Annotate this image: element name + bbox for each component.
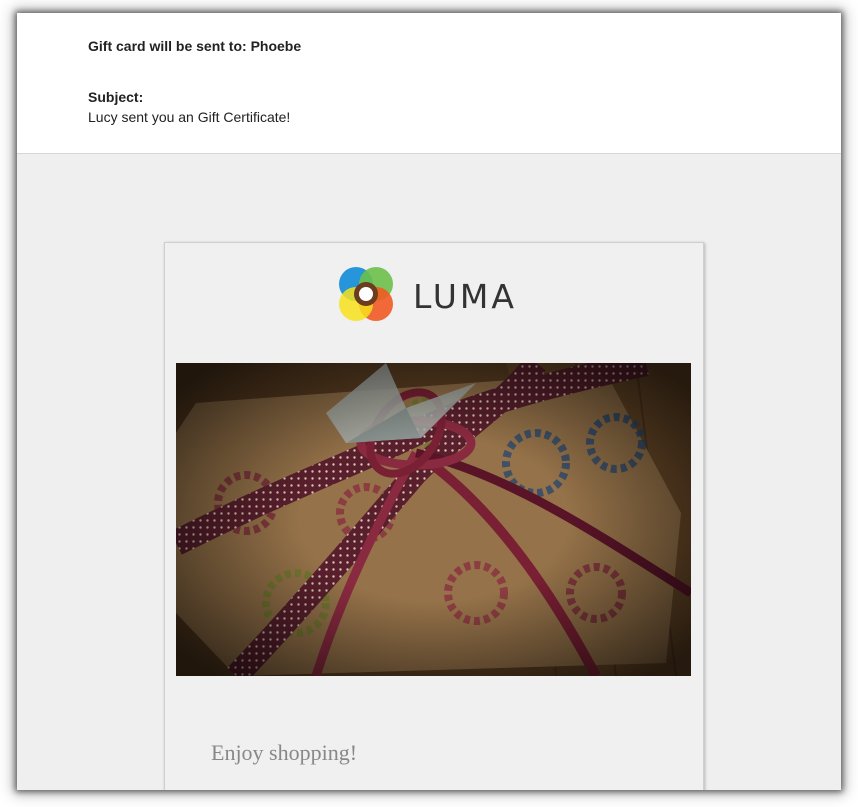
subject-text: Lucy sent you an Gift Certificate! [88,109,291,125]
gift-box-image [176,363,691,676]
gift-card-email: LUMA Enjoy shopping! [164,242,704,790]
greeting-text: Enjoy shopping! [211,740,358,765]
luma-logo-text: LUMA [413,277,517,316]
luma-logo-icon [339,267,393,321]
gift-box-photo-icon [176,363,691,676]
email-preview-window: Gift card will be sent to: Phoebe Subjec… [17,13,841,790]
subject-label: Subject: [88,89,144,105]
recipient-line: Gift card will be sent to: Phoebe [88,38,302,54]
email-header: Gift card will be sent to: Phoebe Subjec… [17,13,841,154]
luma-logo[interactable]: LUMA [337,265,537,323]
